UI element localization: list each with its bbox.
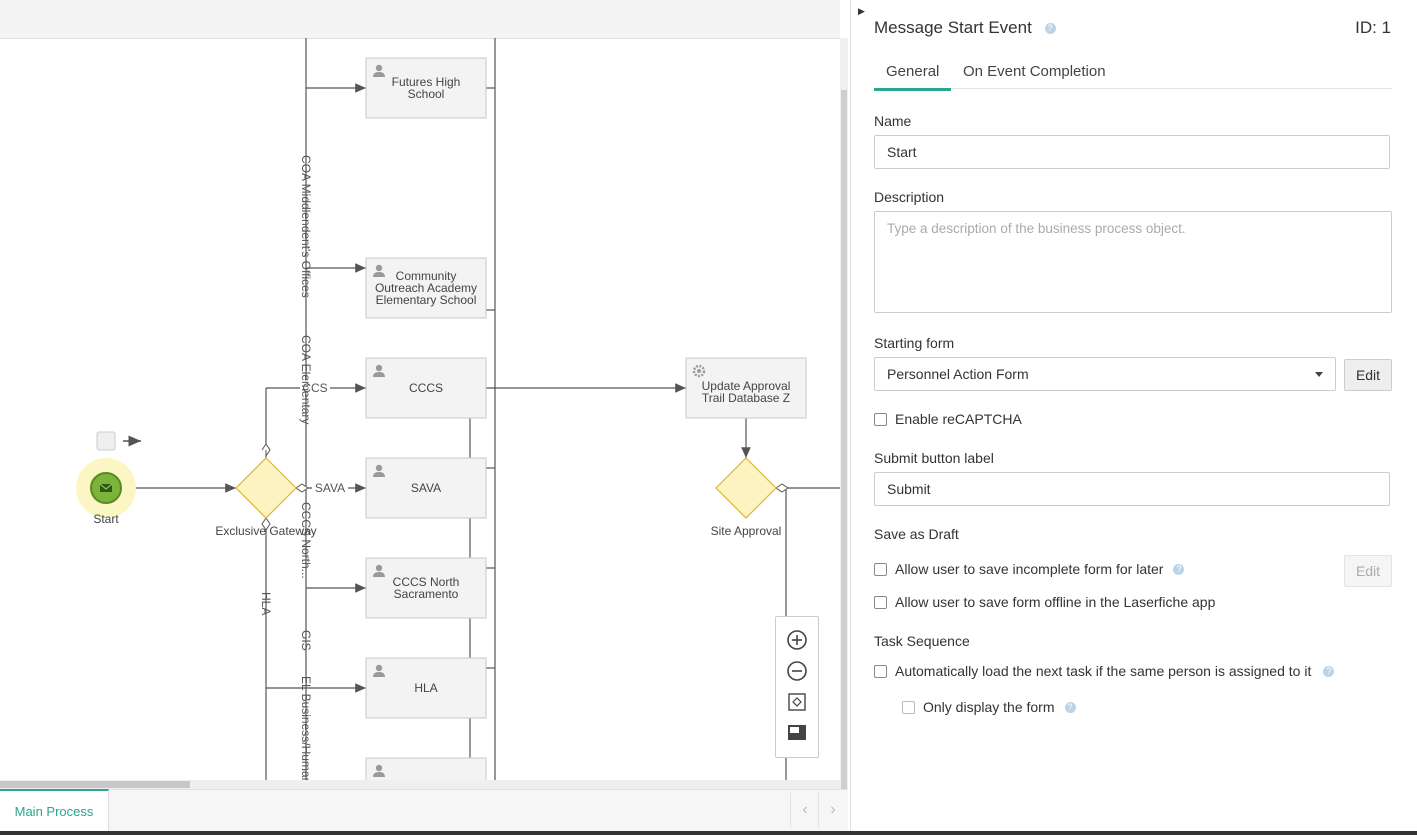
- enable-recaptcha-label: Enable reCAPTCHA: [895, 411, 1022, 427]
- edit-form-button[interactable]: Edit: [1344, 359, 1392, 391]
- tab-next-button[interactable]: ›: [818, 793, 847, 827]
- name-label: Name: [874, 113, 912, 129]
- auto-load-next-checkbox[interactable]: Automatically load the next task if the …: [874, 663, 1335, 679]
- tab-on-event-completion[interactable]: On Event Completion: [951, 63, 1118, 88]
- tab-main-process[interactable]: Main Process: [0, 789, 109, 831]
- starting-form-label: Starting form: [874, 335, 955, 351]
- start-event[interactable]: Start: [76, 458, 136, 526]
- service-task[interactable]: Update Approval Trail Database Z: [685, 357, 807, 419]
- user-task[interactable]: [365, 757, 487, 780]
- minimap-icon: [788, 725, 806, 740]
- edit-draft-button[interactable]: Edit: [1344, 555, 1392, 587]
- starting-form-select[interactable]: Personnel Action Form: [874, 357, 1336, 391]
- checkbox-box[interactable]: [874, 562, 887, 576]
- help-icon[interactable]: ?: [1044, 23, 1056, 35]
- help-icon[interactable]: ?: [1323, 665, 1335, 677]
- tab-prev-button[interactable]: ‹: [790, 793, 819, 827]
- user-task[interactable]: SAVA: [365, 457, 487, 519]
- submit-button-label-field[interactable]: Submit: [874, 472, 1390, 506]
- flow-label-vertical-3: CCCS North...: [299, 502, 313, 579]
- checkbox-box[interactable]: [902, 700, 915, 714]
- panel-title-text: Message Start Event: [874, 18, 1032, 37]
- horizontal-scrollbar-thumb[interactable]: [0, 781, 190, 788]
- allow-offline-checkbox[interactable]: Allow user to save form offline in the L…: [874, 594, 1215, 610]
- collapse-panel-icon[interactable]: ▶: [858, 6, 865, 17]
- checkbox-box[interactable]: [874, 664, 887, 678]
- auto-load-next-label: Automatically load the next task if the …: [895, 663, 1312, 679]
- service-task-line-2: Trail Database Z: [702, 391, 790, 405]
- name-field[interactable]: Start: [874, 135, 1390, 169]
- chevron-down-icon: [1315, 372, 1323, 377]
- only-display-form-checkbox[interactable]: Only display the form ?: [902, 699, 1076, 715]
- user-task[interactable]: CCCS NorthSacramento: [365, 557, 487, 619]
- flow-label-vertical-1: COA Middlendent's Offices: [299, 155, 313, 298]
- fit-to-screen-button[interactable]: [784, 689, 810, 715]
- panel-title: Message Start Event ?: [874, 18, 1056, 38]
- user-task-label: Elementary School: [376, 293, 477, 307]
- flow-label-hla: HLA: [259, 592, 273, 615]
- checkbox-box[interactable]: [874, 595, 887, 609]
- process-canvas[interactable]: Start Exclusive Gateway Site Approval Fu…: [0, 0, 848, 835]
- zoom-in-icon: [787, 630, 807, 650]
- checkbox-box[interactable]: [874, 412, 887, 426]
- start-event-label: Start: [93, 512, 119, 526]
- user-task[interactable]: HLA: [365, 657, 487, 719]
- user-task[interactable]: Futures HighSchool: [365, 57, 487, 119]
- save-as-draft-heading: Save as Draft: [874, 526, 959, 542]
- allow-offline-label: Allow user to save form offline in the L…: [895, 594, 1216, 610]
- zoom-out-icon: [787, 661, 807, 681]
- zoom-controls: [775, 616, 819, 758]
- description-field[interactable]: Type a description of the business proce…: [874, 211, 1392, 313]
- user-task[interactable]: CCCS: [365, 357, 487, 419]
- user-task[interactable]: CommunityOutreach AcademyElementary Scho…: [365, 257, 487, 319]
- object-id: ID: 1: [1355, 18, 1391, 37]
- flow-label-sava: SAVA: [315, 481, 345, 495]
- tab-general[interactable]: General: [874, 63, 952, 91]
- user-task-label: SAVA: [411, 481, 441, 495]
- bottom-strip: [0, 831, 1417, 835]
- user-task-label: HLA: [414, 681, 437, 695]
- flow-label-vertical-5: EL Business/Human: [299, 676, 313, 780]
- panel-tabs: General On Event Completion: [874, 60, 1392, 91]
- vertical-scrollbar-thumb[interactable]: [841, 90, 847, 790]
- description-label: Description: [874, 189, 945, 205]
- zoom-in-button[interactable]: [784, 627, 810, 653]
- process-diagram[interactable]: Start Exclusive Gateway Site Approval Fu…: [0, 0, 840, 780]
- flow-label-vertical-4: GIS: [299, 630, 313, 651]
- allow-incomplete-checkbox[interactable]: Allow user to save incomplete form for l…: [874, 561, 1185, 577]
- site-approval-label: Site Approval: [711, 524, 782, 538]
- help-icon[interactable]: ?: [1064, 701, 1076, 713]
- process-tab-bar: [0, 789, 848, 832]
- site-approval-gateway[interactable]: Site Approval: [711, 457, 782, 538]
- flow-label-vertical-2: COA Elementary: [299, 335, 313, 424]
- minimap-button[interactable]: [784, 720, 810, 746]
- allow-incomplete-label: Allow user to save incomplete form for l…: [895, 561, 1164, 577]
- help-icon[interactable]: ?: [1173, 563, 1185, 575]
- enable-recaptcha-checkbox[interactable]: Enable reCAPTCHA: [874, 411, 1022, 427]
- user-task-label: Sacramento: [394, 587, 459, 601]
- user-task-label: School: [408, 87, 445, 101]
- starting-form-value: Personnel Action Form: [887, 366, 1029, 382]
- only-display-form-label: Only display the form: [923, 699, 1055, 715]
- task-sequence-heading: Task Sequence: [874, 633, 970, 649]
- zoom-out-button[interactable]: [784, 658, 810, 684]
- submit-button-label-label: Submit button label: [874, 450, 994, 466]
- user-task-label: CCCS: [409, 381, 443, 395]
- fit-screen-icon: [788, 693, 806, 711]
